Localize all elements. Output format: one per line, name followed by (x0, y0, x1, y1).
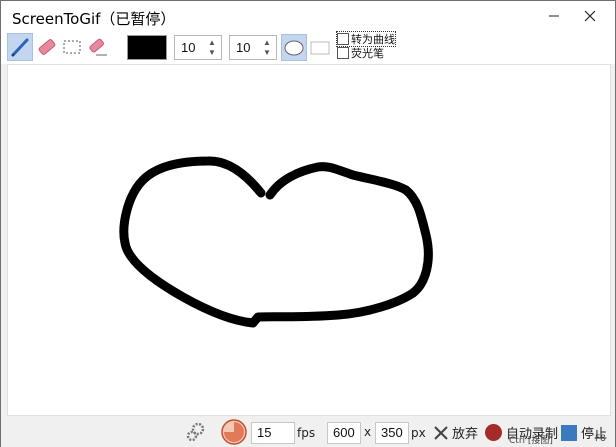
close-button[interactable] (567, 1, 612, 31)
recorder-status-bar: 15 fps 600 x 350 px 放弃 自动录制 Ctrl [接图] 停止… (1, 417, 615, 447)
app-window: ScreenToGif（已暂停） 10 ▲ ▼ 10 ▲ ▼ 转为曲线 荧光笔 … (0, 0, 616, 447)
height-value[interactable]: 350 (381, 425, 403, 440)
convert-curve-option[interactable]: 转为曲线 (336, 31, 396, 47)
width-input[interactable]: 600 (327, 422, 361, 444)
discard-x-icon (434, 425, 448, 440)
stop-square-icon (561, 424, 577, 441)
drawing-toolbar: 10 ▲ ▼ 10 ▲ ▼ 转为曲线 荧光笔 (1, 31, 615, 64)
fps-label: fps (297, 426, 316, 440)
pen-color-swatch[interactable] (127, 35, 167, 60)
window-title: ScreenToGif（已暂停） (12, 10, 176, 28)
stroke-eraser-tool-button[interactable] (85, 33, 111, 61)
rectangle-icon (310, 41, 330, 54)
drawing-canvas[interactable] (7, 64, 611, 416)
title-bar: ScreenToGif（已暂停） (1, 1, 615, 31)
pen-height-spinner[interactable]: 10 ▲ ▼ (229, 35, 277, 60)
pen-icon (11, 38, 29, 57)
settings-button[interactable] (185, 421, 207, 443)
stop-shortcut: F8 (595, 434, 606, 444)
discard-label: 放弃 (452, 427, 479, 442)
highlighter-option[interactable]: 荧光笔 (337, 46, 384, 60)
rectangle-tip-button[interactable] (307, 34, 333, 61)
pen-tool-button[interactable] (7, 33, 33, 61)
spin-down-icon[interactable]: ▼ (206, 47, 218, 58)
clock-icon (221, 419, 247, 445)
convert-curve-checkbox[interactable] (337, 33, 349, 45)
ellipse-tip-button[interactable] (281, 34, 307, 61)
pen-height-value[interactable]: 10 (236, 40, 250, 55)
fps-value[interactable]: 15 (257, 425, 271, 440)
select-tool-button[interactable] (59, 33, 85, 61)
frame-counter-button[interactable] (220, 418, 248, 446)
fps-input[interactable]: 15 (251, 422, 295, 444)
pen-width-value[interactable]: 10 (181, 40, 195, 55)
gears-icon (186, 422, 205, 442)
highlighter-label: 荧光笔 (351, 47, 384, 60)
width-value[interactable]: 600 (333, 425, 355, 440)
eraser-icon (38, 39, 56, 55)
discard-button[interactable]: 放弃 (433, 423, 478, 442)
record-shortcut: Ctrl [接图] (509, 436, 553, 446)
px-label: px (411, 426, 426, 440)
times-label: x (364, 425, 372, 439)
pen-width-spinner[interactable]: 10 ▲ ▼ (174, 35, 222, 60)
spin-down-icon[interactable]: ▼ (261, 47, 273, 58)
minimize-icon (548, 15, 559, 17)
ellipse-icon (284, 40, 304, 55)
stroke-eraser-icon (89, 38, 107, 56)
height-input[interactable]: 350 (375, 422, 409, 444)
record-dot-icon (485, 424, 502, 441)
highlighter-checkbox[interactable] (337, 47, 349, 59)
drawn-heart-stroke (119, 156, 433, 328)
selection-rect-icon (63, 40, 81, 54)
eraser-tool-button[interactable] (33, 33, 59, 61)
close-icon (584, 10, 595, 22)
